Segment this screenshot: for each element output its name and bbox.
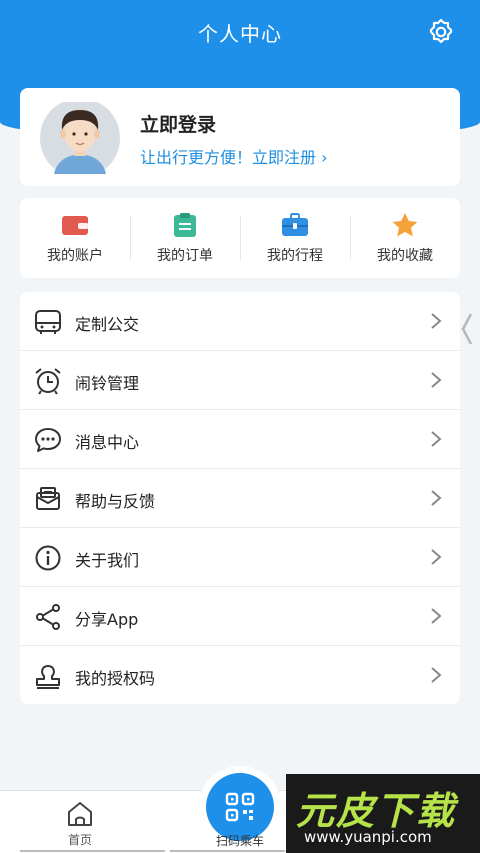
menu-item-alarm[interactable]: 闹铃管理 [20, 351, 460, 410]
page-title: 个人中心 [198, 22, 282, 46]
menu-label: 消息中心 [75, 433, 140, 452]
bus-icon [35, 310, 61, 334]
alarm-clock-icon [35, 368, 61, 395]
chevron-right-icon [431, 608, 442, 624]
my-trips-button[interactable]: 我的行程 [240, 198, 350, 278]
watermark: 元皮下载 www.yuanpi.com [286, 774, 480, 853]
my-account-button[interactable]: 我的账户 [20, 198, 130, 278]
chevron-right-icon [431, 549, 442, 565]
avatar [40, 102, 120, 174]
home-icon [68, 802, 92, 826]
scan-label: 扫码乘车 [215, 834, 264, 848]
chevron-right-icon [431, 667, 442, 683]
quick-label: 我的行程 [267, 248, 323, 264]
briefcase-icon [282, 213, 308, 236]
menu-item-share-app[interactable]: 分享App [20, 587, 460, 646]
register-link[interactable]: 让出行更方便！立即注册 › [140, 144, 328, 168]
wallet-icon [62, 216, 88, 235]
menu-item-help-feedback[interactable]: 帮助与反馈 [20, 469, 460, 528]
menu-label: 分享App [75, 610, 139, 629]
login-title[interactable]: 立即登录 [140, 110, 216, 137]
tab-indicator [170, 850, 285, 852]
watermark-title: 元皮下载 [296, 789, 457, 833]
my-orders-button[interactable]: 我的订单 [130, 198, 240, 278]
clipboard-icon [174, 213, 196, 237]
star-icon [392, 213, 418, 237]
chevron-right-icon [431, 490, 442, 506]
menu-item-messages[interactable]: 消息中心 [20, 410, 460, 469]
chat-bubble-icon [35, 428, 61, 452]
envelope-icon [36, 487, 60, 510]
qr-code-icon [225, 792, 255, 822]
tab-home[interactable]: 首页 [50, 801, 110, 848]
my-favorites-button[interactable]: 我的收藏 [350, 198, 460, 278]
settings-menu: 定制公交 闹铃管理 消息中心 帮助与反馈 关于我们 分享App 我的授权码 [20, 292, 460, 704]
menu-label: 闹铃管理 [75, 374, 140, 393]
menu-item-about[interactable]: 关于我们 [20, 528, 460, 587]
gear-icon[interactable] [426, 17, 456, 47]
quick-label: 我的订单 [157, 248, 213, 264]
stamp-icon [36, 665, 60, 689]
menu-label: 我的授权码 [75, 669, 156, 688]
tab-indicator [20, 850, 165, 852]
tab-home-label: 首页 [67, 833, 92, 847]
menu-label: 帮助与反馈 [75, 492, 156, 511]
chevron-right-icon [431, 431, 442, 447]
menu-item-auth-code[interactable]: 我的授权码 [20, 646, 460, 705]
info-icon [35, 545, 61, 571]
login-card[interactable]: 立即登录 让出行更方便！立即注册 › [20, 88, 460, 186]
menu-label: 关于我们 [75, 551, 140, 570]
watermark-url: www.yuanpi.com [304, 828, 432, 846]
scan-to-ride-button[interactable] [206, 773, 274, 841]
side-drawer-handle-icon[interactable] [460, 312, 474, 346]
chevron-right-icon [431, 372, 442, 388]
quick-actions: 我的账户 我的订单 我的行程 我的收藏 [20, 198, 460, 278]
chevron-right-icon [431, 313, 442, 329]
quick-label: 我的收藏 [377, 248, 433, 264]
menu-item-custom-bus[interactable]: 定制公交 [20, 292, 460, 351]
quick-label: 我的账户 [47, 248, 103, 264]
share-icon [36, 604, 60, 630]
menu-label: 定制公交 [75, 315, 140, 334]
